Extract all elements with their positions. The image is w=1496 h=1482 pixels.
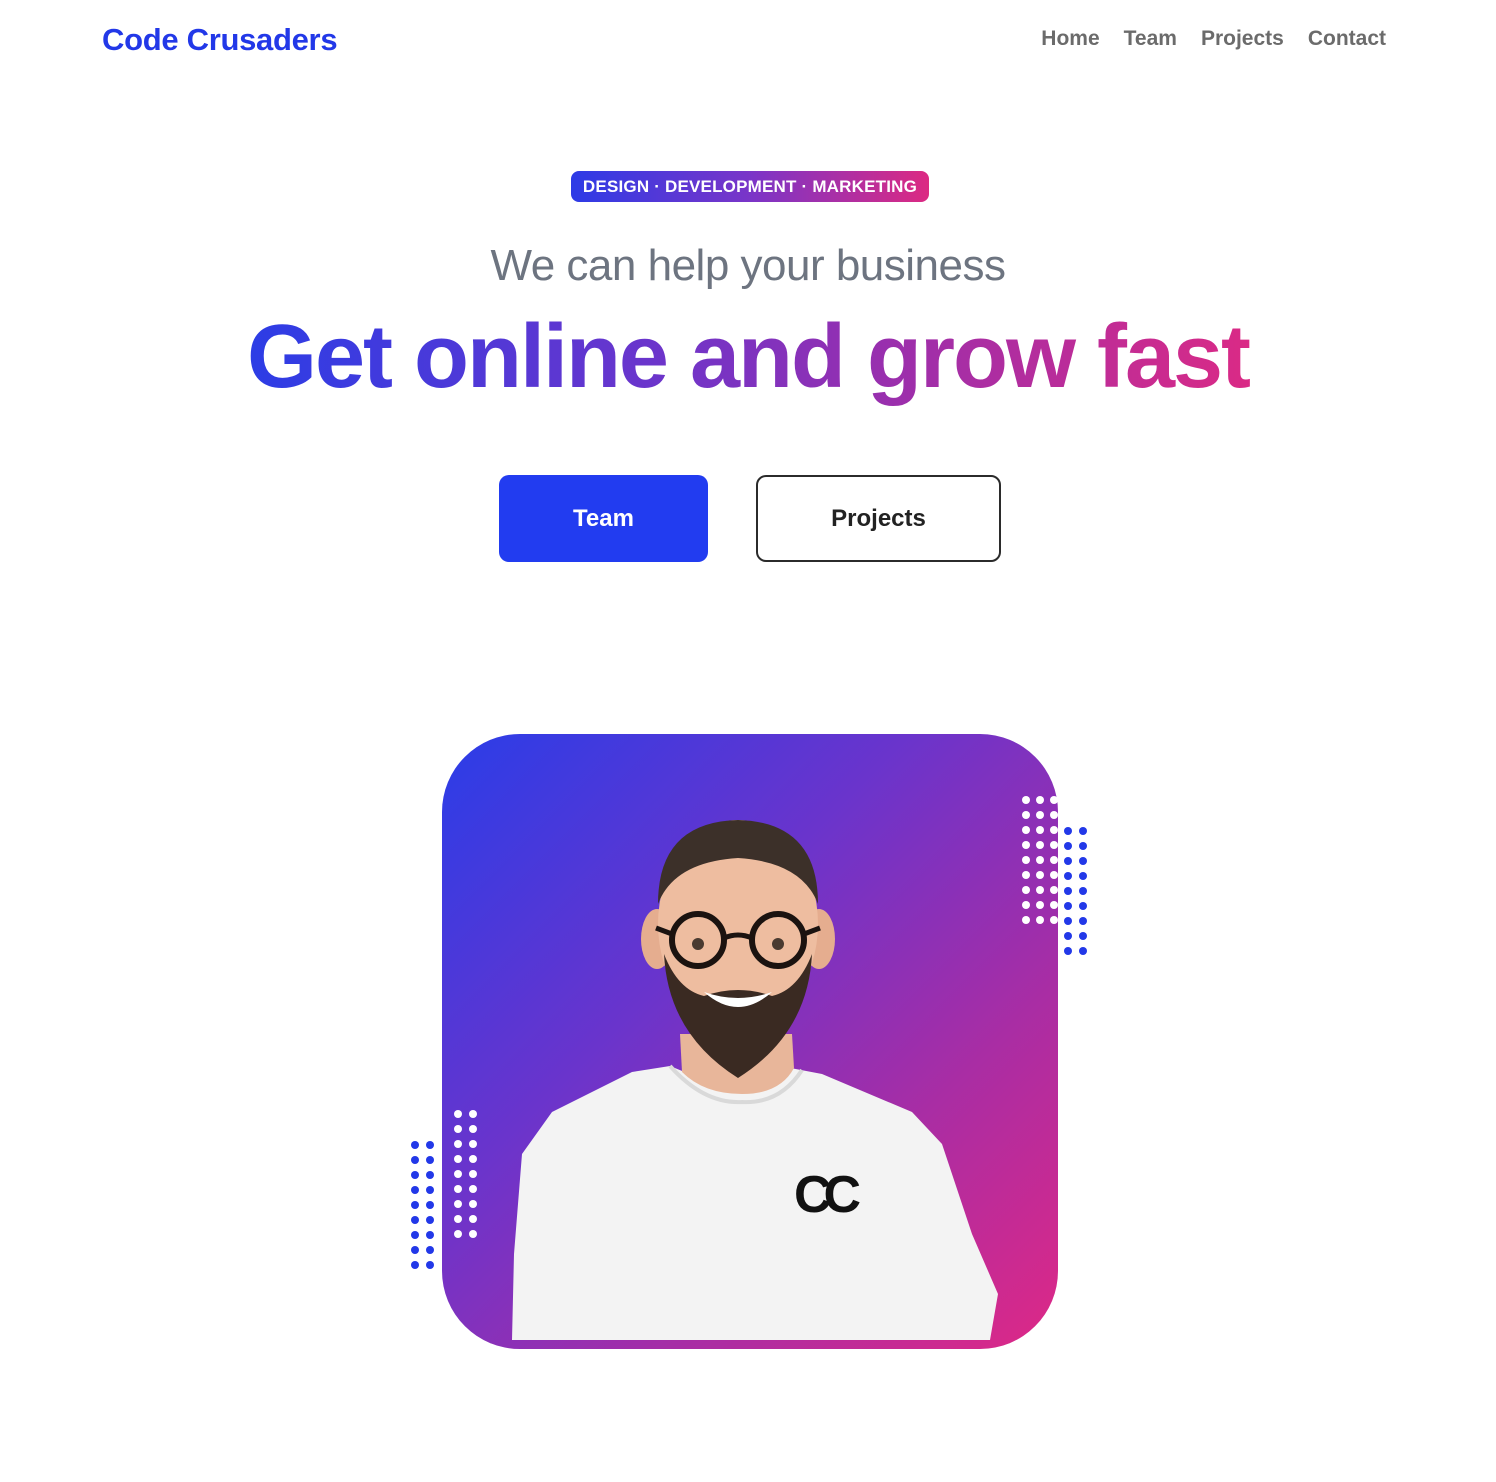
hero-headline-text: Get online and grow fast <box>241 307 1255 407</box>
nav-link-team[interactable]: Team <box>1124 27 1177 51</box>
decorative-dots-top-inner <box>1022 796 1058 924</box>
hero-subtitle: We can help your business <box>490 241 1006 290</box>
hero-headline: Get online and grow fast <box>0 302 1496 412</box>
top-navigation: Code Crusaders Home Team Projects Contac… <box>0 0 1496 84</box>
services-badge: DESIGN · DEVELOPMENT · MARKETING <box>571 171 929 202</box>
decorative-dots-bottom-inner <box>454 1110 477 1238</box>
nav-link-contact[interactable]: Contact <box>1308 27 1386 51</box>
team-button[interactable]: Team <box>499 475 708 562</box>
shirt-shape <box>512 1066 998 1340</box>
shirt-logo: CC <box>794 1166 861 1224</box>
hero-photo-card: CC <box>442 734 1058 1349</box>
decorative-dots-bottom-outer <box>411 1141 434 1269</box>
nav-link-projects[interactable]: Projects <box>1201 27 1284 51</box>
projects-button[interactable]: Projects <box>756 475 1001 562</box>
brand-logo[interactable]: Code Crusaders <box>102 22 338 58</box>
nav-link-home[interactable]: Home <box>1041 27 1099 51</box>
team-member-photo: CC <box>512 820 998 1340</box>
nav-menu: Home Team Projects Contact <box>1041 27 1386 51</box>
decorative-dots-top-outer <box>1064 827 1087 955</box>
